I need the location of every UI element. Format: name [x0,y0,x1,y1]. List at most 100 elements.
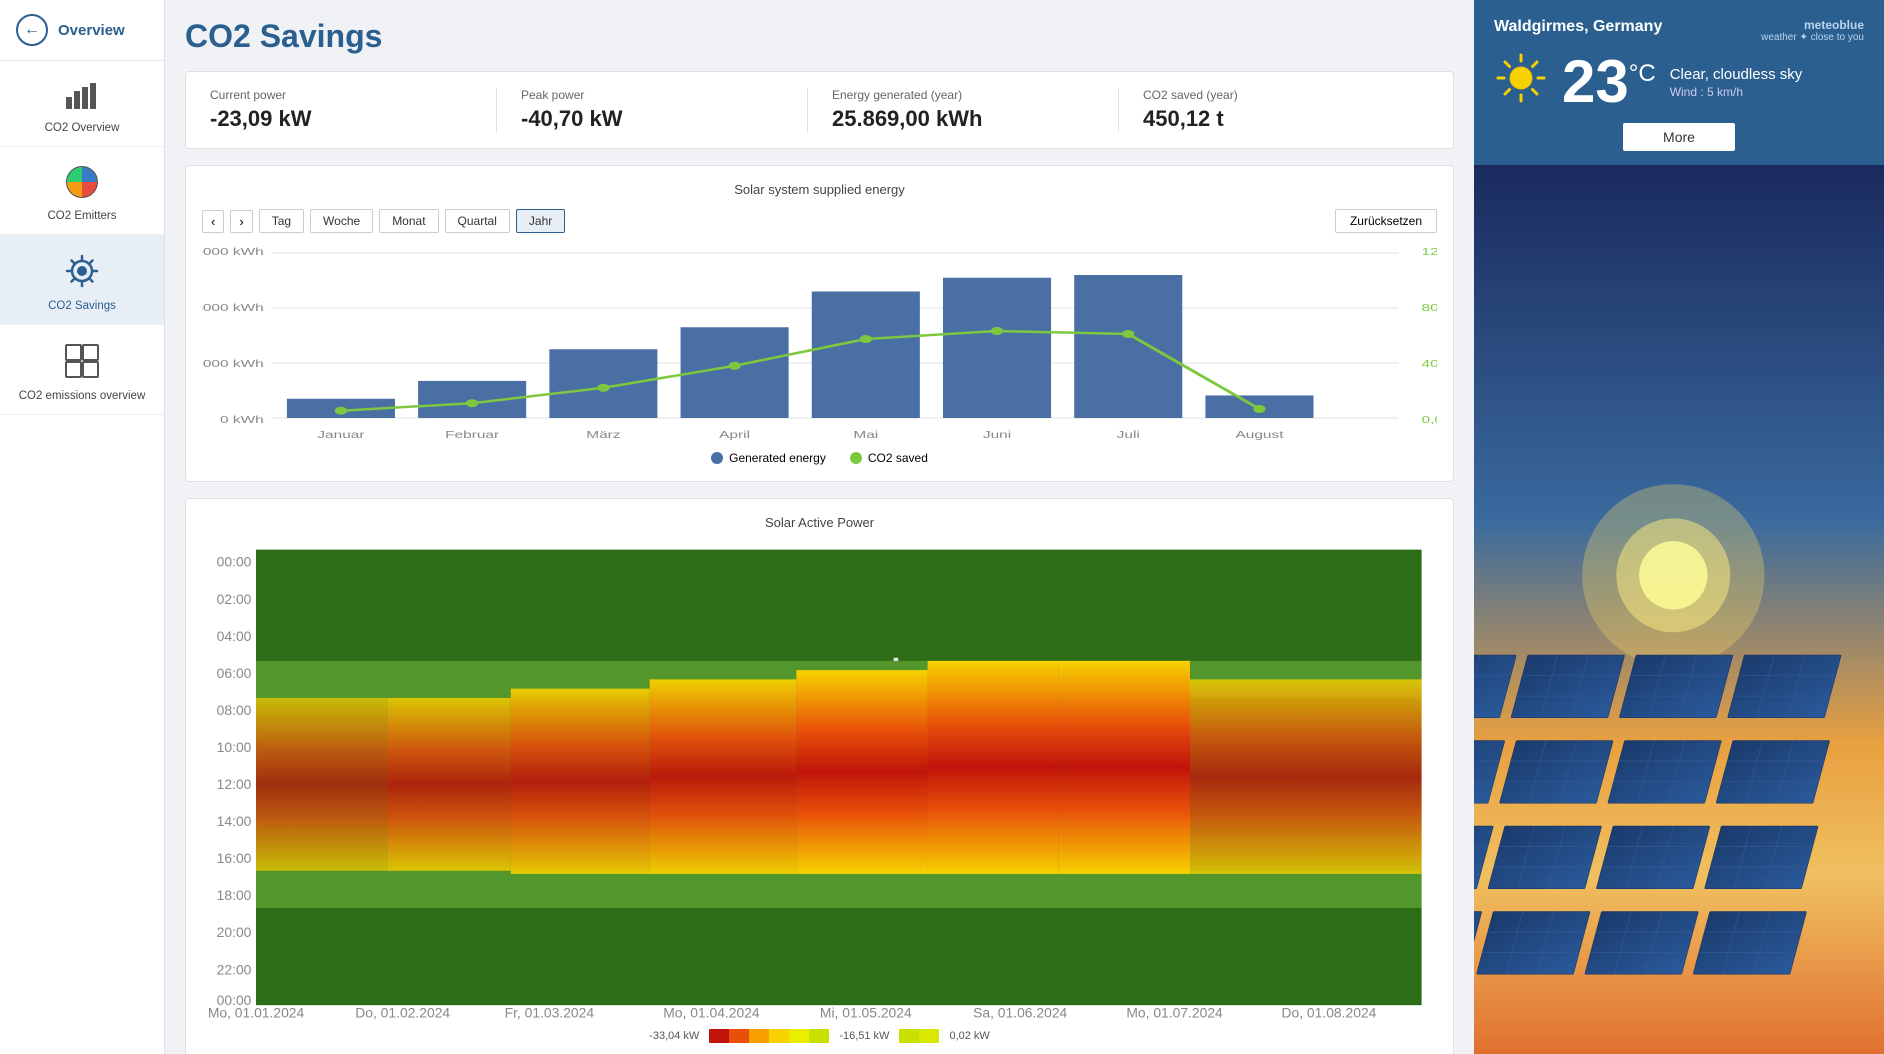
heatmap-legend-mid: -16,51 kW [839,1030,889,1042]
stat-co2-saved-value: 450,12 t [1143,106,1405,132]
svg-text:0 kWh: 0 kWh [220,414,264,426]
co2-dot-jan [335,407,347,415]
co2-overview-icon [64,79,100,116]
meteoblue-logo: meteoblue weather ✦ close to you [1761,18,1864,43]
period-woche-button[interactable]: Woche [310,209,373,233]
weather-main: 23 °C Clear, cloudless sky Wind : 5 km/h [1494,51,1864,113]
svg-text:10:00: 10:00 [217,739,252,755]
chart-controls: ‹ › Tag Woche Monat Quartal Jahr Zurücks… [202,209,1437,233]
heatmap-legend-min: -33,04 kW [649,1030,699,1042]
legend-generated-energy: Generated energy [711,451,826,465]
svg-text:18:00: 18:00 [217,887,252,903]
sidebar-item-co2-savings-label: CO2 Savings [48,300,116,312]
solar-panel-image [1474,165,1884,1054]
svg-text:12:00: 12:00 [217,776,252,792]
svg-text:Sa, 01.06.2024: Sa, 01.06.2024 [973,1004,1067,1020]
svg-text:Do, 01.02.2024: Do, 01.02.2024 [355,1004,450,1020]
svg-text:Mai: Mai [853,429,878,441]
stat-peak-power-label: Peak power [521,88,783,102]
back-icon[interactable]: ← [16,14,48,46]
sidebar-item-co2-savings[interactable]: CO2 Savings [0,235,164,325]
period-monat-button[interactable]: Monat [379,209,438,233]
heatmap-svg: 00:00 02:00 04:00 06:00 08:00 10:00 12:0… [202,542,1437,1021]
svg-text:April: April [719,429,750,441]
svg-text:Mo, 01.07.2024: Mo, 01.07.2024 [1126,1004,1223,1020]
period-tag-button[interactable]: Tag [259,209,304,233]
bar-chart-area: 6000 kWh 4000 kWh 2000 kWh 0 kWh 120,0t … [202,243,1437,443]
stat-co2-saved-label: CO2 saved (year) [1143,88,1405,102]
legend-co2-saved-dot [850,452,862,464]
co2-emissions-icon [64,343,100,384]
sidebar-item-co2-emitters[interactable]: CO2 Emitters [0,147,164,235]
overview-label: Overview [58,22,125,39]
sidebar-overview-item[interactable]: ← Overview [0,0,164,61]
svg-text:Januar: Januar [317,429,365,441]
weather-more-button[interactable]: More [1623,123,1735,151]
co2-dot-mar [597,384,609,392]
bar-juli [1074,275,1182,418]
svg-text:Mi, 01.05.2024: Mi, 01.05.2024 [820,1004,912,1020]
temperature-unit: °C [1629,60,1656,88]
bar-mai [812,292,920,419]
next-period-button[interactable]: › [230,210,252,233]
co2-dot-mai [860,335,872,343]
weather-description-block: Clear, cloudless sky Wind : 5 km/h [1670,66,1803,99]
weather-top: Waldgirmes, Germany meteoblue weather ✦ … [1494,18,1864,43]
stat-current-power: Current power -23,09 kW [210,88,497,132]
co2-dot-apr [728,362,740,370]
stat-current-power-label: Current power [210,88,472,102]
svg-text:04:00: 04:00 [217,628,252,644]
svg-text:Juni: Juni [983,429,1011,441]
weather-widget: Waldgirmes, Germany meteoblue weather ✦ … [1474,0,1884,165]
legend-co2-saved: CO2 saved [850,451,928,465]
svg-text:2000 kWh: 2000 kWh [202,358,264,370]
bar-marz [549,349,657,418]
svg-text:00:00: 00:00 [217,554,252,570]
svg-text:14:00: 14:00 [217,813,252,829]
legend-generated-energy-dot [711,452,723,464]
sidebar-item-co2-emitters-label: CO2 Emitters [47,210,116,222]
heatmap-legend-max: 0,02 kW [949,1030,989,1042]
svg-text:20:00: 20:00 [217,924,252,940]
svg-text:Fr, 01.03.2024: Fr, 01.03.2024 [505,1004,595,1020]
stat-peak-power-value: -40,70 kW [521,106,783,132]
period-jahr-button[interactable]: Jahr [516,209,565,233]
heatmap-title: Solar Active Power [202,515,1437,530]
right-panel: Waldgirmes, Germany meteoblue weather ✦ … [1474,0,1884,1054]
svg-text:22:00: 22:00 [217,961,252,977]
weather-wind: Wind : 5 km/h [1670,85,1803,99]
prev-period-button[interactable]: ‹ [202,210,224,233]
svg-text:Mo, 01.01.2024: Mo, 01.01.2024 [208,1004,305,1020]
sun-icon [1494,51,1548,113]
svg-text:4000 kWh: 4000 kWh [202,302,264,314]
sidebar-item-co2-overview-label: CO2 Overview [45,122,120,134]
co2-dot-feb [466,399,478,407]
stats-bar: Current power -23,09 kW Peak power -40,7… [185,71,1454,149]
stat-co2-saved: CO2 saved (year) 450,12 t [1119,88,1429,132]
svg-text:40,0t: 40,0t [1422,358,1437,370]
svg-text:80,0t: 80,0t [1422,302,1437,314]
temperature-display: 23 °C [1562,52,1656,112]
legend-generated-energy-label: Generated energy [729,451,826,465]
co2-dot-jul [1122,330,1134,338]
stat-energy-generated: Energy generated (year) 25.869,00 kWh [808,88,1119,132]
page-title: CO2 Savings [185,18,1454,55]
legend-co2-saved-label: CO2 saved [868,451,928,465]
sidebar-item-co2-overview[interactable]: CO2 Overview [0,61,164,147]
solar-image-svg [1474,165,1884,1054]
stat-energy-generated-value: 25.869,00 kWh [832,106,1094,132]
svg-text:16:00: 16:00 [217,850,252,866]
svg-text:August: August [1235,429,1283,441]
bar-chart-svg: 6000 kWh 4000 kWh 2000 kWh 0 kWh 120,0t … [202,243,1437,443]
svg-text:Juli: Juli [1117,429,1140,441]
reset-button[interactable]: Zurücksetzen [1335,209,1437,233]
svg-text:Mo, 01.04.2024: Mo, 01.04.2024 [663,1004,760,1020]
svg-text:März: März [586,429,620,441]
sidebar-item-co2-emissions[interactable]: CO2 emissions overview [0,325,164,415]
svg-text:06:00: 06:00 [217,665,252,681]
svg-text:120,0t: 120,0t [1422,246,1437,258]
svg-text:08:00: 08:00 [217,702,252,718]
period-quartal-button[interactable]: Quartal [445,209,510,233]
stat-peak-power: Peak power -40,70 kW [497,88,808,132]
heatmap-panel: Solar Active Power 00:00 02:00 04:00 06:… [185,498,1454,1054]
